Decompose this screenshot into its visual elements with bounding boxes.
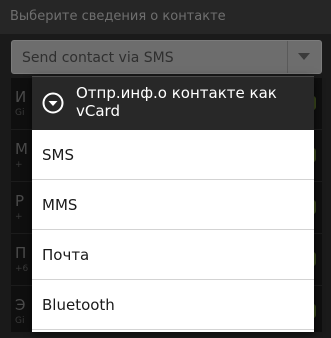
list-item-title: П [15,244,27,262]
list-item-title: И [15,88,27,106]
option-email[interactable]: Почта [32,230,314,280]
option-label: Bluetooth [42,296,115,314]
list-item-subtitle: Gi [15,108,25,118]
popup-options-list: SMS MMS Почта Bluetooth [32,130,314,332]
option-label: SMS [42,146,74,164]
option-label: MMS [42,196,78,214]
send-method-spinner[interactable]: Send contact via SMS [11,40,322,74]
background-dialog-title: Выберите сведения о контакте [0,0,331,34]
option-label: Почта [42,246,90,264]
list-item-subtitle: + [15,212,23,222]
popup-title: Отпр.инф.о контакте как vCard [76,84,277,120]
option-mms[interactable]: MMS [32,180,314,230]
list-item-title: Р [15,192,25,210]
list-item-title: М [15,140,28,158]
option-bluetooth[interactable]: Bluetooth [32,280,314,330]
chevron-down-circle-icon [42,92,64,114]
popup-header: Отпр.инф.о контакте как vCard [32,76,314,130]
option-sms[interactable]: SMS [32,130,314,180]
list-item-subtitle: +6 [15,264,29,274]
send-vcard-popup: Отпр.инф.о контакте как vCard SMS MMS По… [32,76,314,332]
list-item-title: Э [15,296,26,314]
list-item-subtitle: + [15,160,23,170]
dropdown-arrow-icon [287,41,321,73]
list-item-subtitle: Gi [15,316,25,326]
send-method-spinner-value: Send contact via SMS [22,50,174,66]
